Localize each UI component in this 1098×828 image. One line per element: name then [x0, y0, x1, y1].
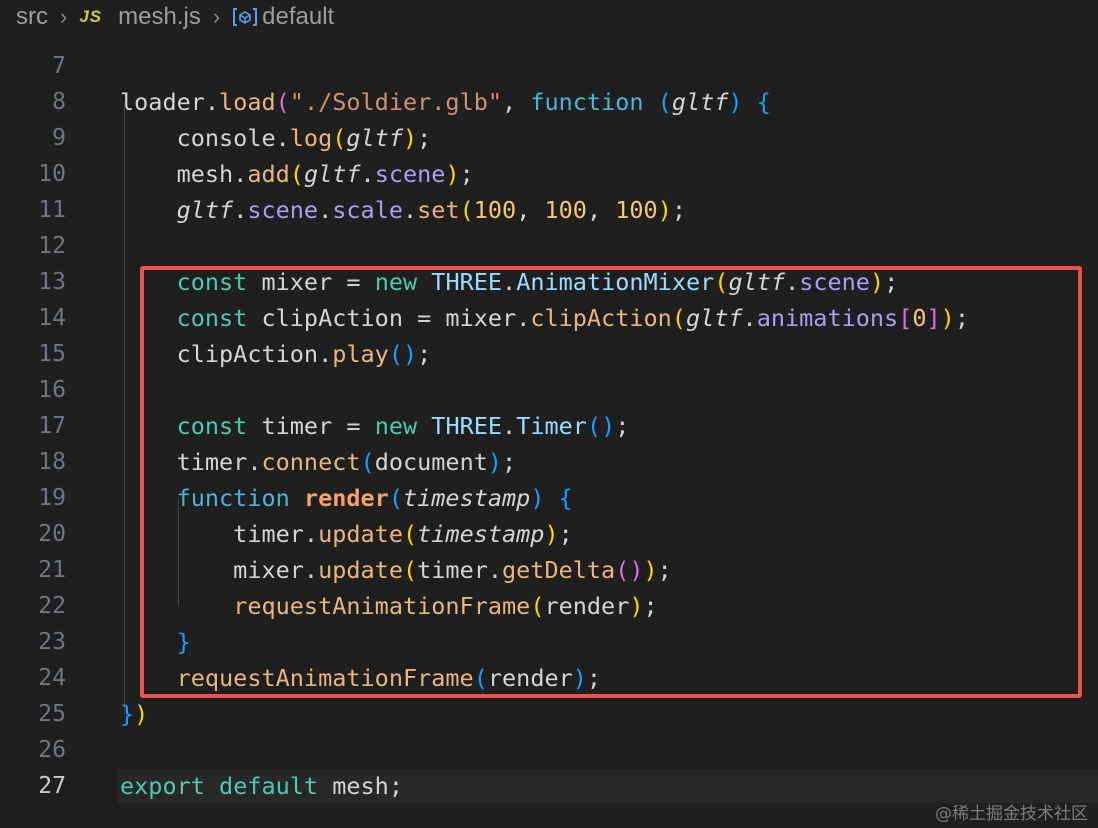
- code-line[interactable]: 7: [0, 48, 1098, 84]
- line-number: 12: [38, 233, 66, 259]
- line-number: 21: [38, 557, 66, 583]
- line-number: 9: [52, 125, 66, 151]
- line-number: 18: [38, 449, 66, 475]
- code-token: 100: [473, 196, 517, 224]
- code-token: export: [120, 772, 205, 800]
- code-token: gltf: [671, 88, 729, 116]
- code-line[interactable]: 8 loader.load("./Soldier.glb", function (…: [0, 84, 1098, 120]
- code-token: ): [402, 124, 418, 152]
- code-token: ,: [516, 196, 545, 224]
- breadcrumb-file[interactable]: mesh.js: [118, 3, 201, 31]
- line-number: 20: [38, 521, 66, 547]
- code-text: }): [120, 696, 148, 732]
- breadcrumb: src › JS mesh.js › default: [0, 0, 1098, 34]
- chevron-right-icon: ›: [60, 4, 68, 29]
- breadcrumb-folder[interactable]: src: [16, 3, 48, 31]
- code-token: loader.: [120, 88, 220, 116]
- code-token: ): [728, 88, 743, 116]
- code-text: console.log(gltf);: [120, 120, 432, 156]
- code-token: scene: [374, 160, 446, 188]
- code-token: gltf: [346, 124, 403, 152]
- code-line[interactable]: 27 export default mesh;: [0, 768, 1098, 804]
- code-text: loader.load("./Soldier.glb", function (g…: [120, 84, 771, 120]
- line-number: 10: [38, 161, 66, 187]
- code-token: ,: [586, 196, 616, 224]
- line-number: 26: [38, 737, 66, 763]
- code-token: ;: [671, 196, 687, 224]
- code-token: console.: [120, 124, 290, 152]
- line-number: 17: [38, 413, 66, 439]
- line-number: 14: [38, 305, 66, 331]
- code-token: default: [219, 772, 319, 800]
- line-number: 27: [38, 773, 66, 799]
- code-token: load: [219, 88, 276, 116]
- symbol-namespace-icon: [232, 7, 258, 27]
- line-number: 13: [38, 269, 66, 295]
- line-number: 8: [52, 89, 66, 115]
- line-number: 23: [38, 629, 66, 655]
- code-token: .: [360, 160, 375, 188]
- code-text: gltf.scene.scale.set(100, 100, 100);: [120, 192, 686, 228]
- code-token: scale: [332, 196, 403, 224]
- line-number: 7: [52, 53, 66, 79]
- code-token: }: [120, 700, 135, 728]
- code-token: "./Soldier.glb": [289, 88, 503, 116]
- code-token: .: [403, 196, 418, 224]
- code-token: log: [289, 124, 333, 152]
- code-line[interactable]: 12: [0, 228, 1098, 264]
- code-text: export default mesh;: [120, 768, 403, 804]
- code-token: {: [756, 88, 771, 116]
- watermark: @稀土掘金技术社区: [935, 804, 1088, 824]
- code-token: ): [657, 196, 672, 224]
- line-number: 19: [38, 485, 66, 511]
- code-token: scene: [247, 196, 319, 224]
- annotation-highlight-box: [140, 266, 1082, 698]
- code-token: mesh.: [120, 160, 248, 188]
- code-token: (: [459, 196, 474, 224]
- code-token: gltf: [176, 196, 234, 224]
- code-token: ;: [417, 124, 432, 152]
- code-token: function: [530, 88, 644, 116]
- breadcrumb-symbol[interactable]: default: [262, 3, 334, 31]
- line-number: 16: [38, 377, 66, 403]
- code-token: mesh;: [318, 772, 403, 800]
- code-token: ): [445, 160, 460, 188]
- line-number: 22: [38, 593, 66, 619]
- code-token: (: [275, 88, 290, 116]
- code-token: gltf: [303, 160, 361, 188]
- code-text: mesh.add(gltf.scene);: [120, 156, 474, 192]
- code-line[interactable]: 26: [0, 732, 1098, 768]
- code-token: ): [134, 700, 149, 728]
- code-token: (: [289, 160, 304, 188]
- code-line[interactable]: 11 gltf.scene.scale.set(100, 100, 100);: [0, 192, 1098, 228]
- line-number: 24: [38, 665, 66, 691]
- code-token: (: [657, 88, 672, 116]
- code-token: .: [233, 196, 248, 224]
- code-line[interactable]: 10 mesh.add(gltf.scene);: [0, 156, 1098, 192]
- chevron-right-icon: ›: [212, 4, 221, 29]
- javascript-file-icon: JS: [79, 7, 103, 26]
- code-token: (: [332, 124, 347, 152]
- line-number: 25: [38, 701, 66, 727]
- code-line[interactable]: 9 console.log(gltf);: [0, 120, 1098, 156]
- code-line[interactable]: 25}): [0, 696, 1098, 732]
- code-token: .: [318, 196, 333, 224]
- code-token: add: [247, 160, 290, 188]
- code-token: ;: [459, 160, 474, 188]
- code-token: ,: [502, 88, 531, 116]
- code-token: 100: [615, 196, 658, 224]
- code-token: set: [417, 196, 460, 224]
- line-number: 11: [38, 197, 66, 223]
- code-token: 100: [544, 196, 587, 224]
- line-number: 15: [38, 341, 66, 367]
